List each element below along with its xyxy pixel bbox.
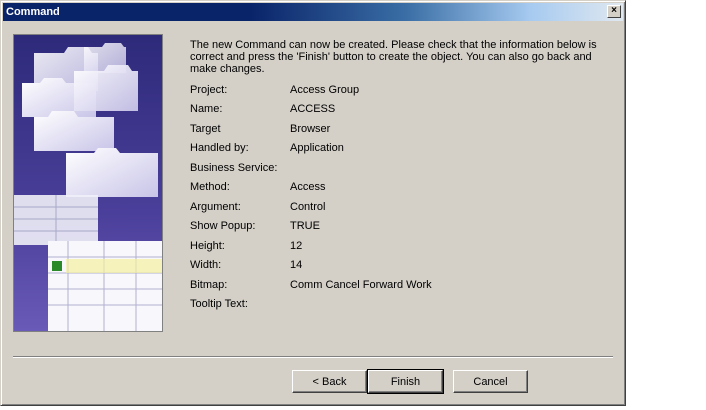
- folders-illustration-icon: [14, 35, 162, 331]
- intro-text: The new Command can now be created. Plea…: [190, 39, 597, 75]
- field-value: 14: [290, 259, 303, 271]
- command-dialog: Command × The new Command can now be cre…: [0, 0, 626, 406]
- field-label: Method:: [190, 181, 230, 193]
- field-label: Business Service:: [190, 162, 278, 174]
- field-value: ACCESS: [290, 103, 336, 115]
- field-label: Project:: [190, 84, 228, 96]
- field-label: Target: [190, 123, 221, 135]
- wizard-illustration: [13, 34, 163, 332]
- close-icon: ×: [611, 5, 617, 16]
- field-label: Show Popup:: [190, 220, 256, 232]
- field-value: Browser: [290, 123, 331, 135]
- close-button[interactable]: ×: [607, 5, 621, 18]
- finish-button[interactable]: Finish: [367, 369, 444, 394]
- cancel-button[interactable]: Cancel: [453, 370, 528, 393]
- field-label: Height:: [190, 240, 225, 252]
- button-separator: [13, 356, 613, 358]
- field-label: Argument:: [190, 201, 241, 213]
- field-label: Bitmap:: [190, 279, 228, 291]
- field-value: Access: [290, 181, 326, 193]
- field-label: Name:: [190, 103, 223, 115]
- field-value: Control: [290, 201, 326, 213]
- window-title: Command: [6, 6, 60, 18]
- field-value: Comm Cancel Forward Work: [290, 279, 432, 291]
- field-label: Handled by:: [190, 142, 249, 154]
- back-button[interactable]: < Back: [292, 370, 367, 393]
- title-bar[interactable]: Command ×: [3, 3, 623, 21]
- field-label: Width:: [190, 259, 222, 271]
- field-value: 12: [290, 240, 303, 252]
- field-value: Access Group: [290, 84, 360, 96]
- field-label: Tooltip Text:: [190, 298, 248, 310]
- field-value: TRUE: [290, 220, 320, 232]
- field-value: Application: [290, 142, 344, 154]
